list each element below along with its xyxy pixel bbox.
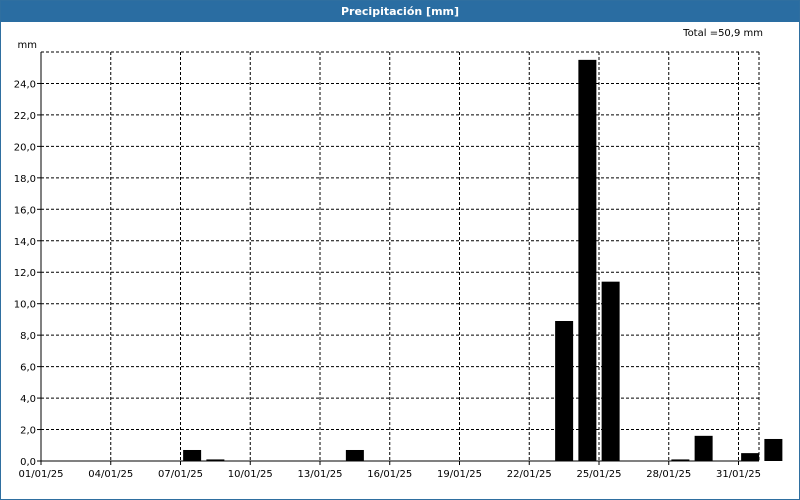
bar xyxy=(601,281,620,461)
y-tick-label: 2,0 xyxy=(20,426,36,437)
bars-group xyxy=(183,59,783,461)
y-tick-label: 10,0 xyxy=(14,300,36,311)
x-tick-label: 07/01/25 xyxy=(158,469,203,480)
y-tick-label: 8,0 xyxy=(20,331,36,342)
x-tick-label: 31/01/25 xyxy=(716,469,761,480)
y-tick-label: 24,0 xyxy=(14,79,36,90)
y-axis-ticks: 0,0 2,0 4,0 6,0 8,0 10,0 12,0 14,0 16,0 18,0 20,0 2… xyxy=(14,79,41,468)
y-tick-label: 18,0 xyxy=(14,174,36,185)
chart-window: Precipitación [mm] Total =50,9 mm 0,0 2,0… xyxy=(0,0,800,500)
x-tick-label: 19/01/25 xyxy=(437,469,482,480)
bar xyxy=(578,59,597,461)
y-tick-label: 4,0 xyxy=(20,394,36,405)
y-tick-label: 16,0 xyxy=(14,205,36,216)
bar xyxy=(764,438,783,461)
y-tick-label: 0,0 xyxy=(20,457,36,468)
window-title: Precipitación [mm] xyxy=(1,1,799,22)
x-tick-label: 10/01/25 xyxy=(228,469,273,480)
axes xyxy=(40,52,759,462)
bar xyxy=(345,449,364,461)
x-tick-label: 01/01/25 xyxy=(19,469,64,480)
x-tick-label: 13/01/25 xyxy=(298,469,343,480)
bar xyxy=(555,320,574,461)
x-tick-label: 28/01/25 xyxy=(646,469,691,480)
x-tick-label: 22/01/25 xyxy=(507,469,552,480)
y-tick-label: 12,0 xyxy=(14,268,36,279)
bar xyxy=(741,453,760,461)
x-tick-label: 04/01/25 xyxy=(88,469,133,480)
x-tick-label: 16/01/25 xyxy=(367,469,412,480)
y-tick-label: 22,0 xyxy=(14,111,36,122)
bar xyxy=(183,449,202,461)
x-axis-ticks: 01/01/25 04/01/25 07/01/25 10/01/25 13/01/25… xyxy=(19,461,761,480)
precipitation-chart: 0,0 2,0 4,0 6,0 8,0 10,0 12,0 14,0 16,0 18,0 20,0 2… xyxy=(14,40,783,480)
x-tick-label: 25/01/25 xyxy=(577,469,622,480)
y-tick-label: 20,0 xyxy=(14,142,36,153)
bar xyxy=(694,435,713,461)
y-tick-label: 14,0 xyxy=(14,237,36,248)
y-tick-label: 6,0 xyxy=(20,363,36,374)
y-axis-label: mm xyxy=(18,40,37,51)
grid-lines xyxy=(41,51,760,461)
